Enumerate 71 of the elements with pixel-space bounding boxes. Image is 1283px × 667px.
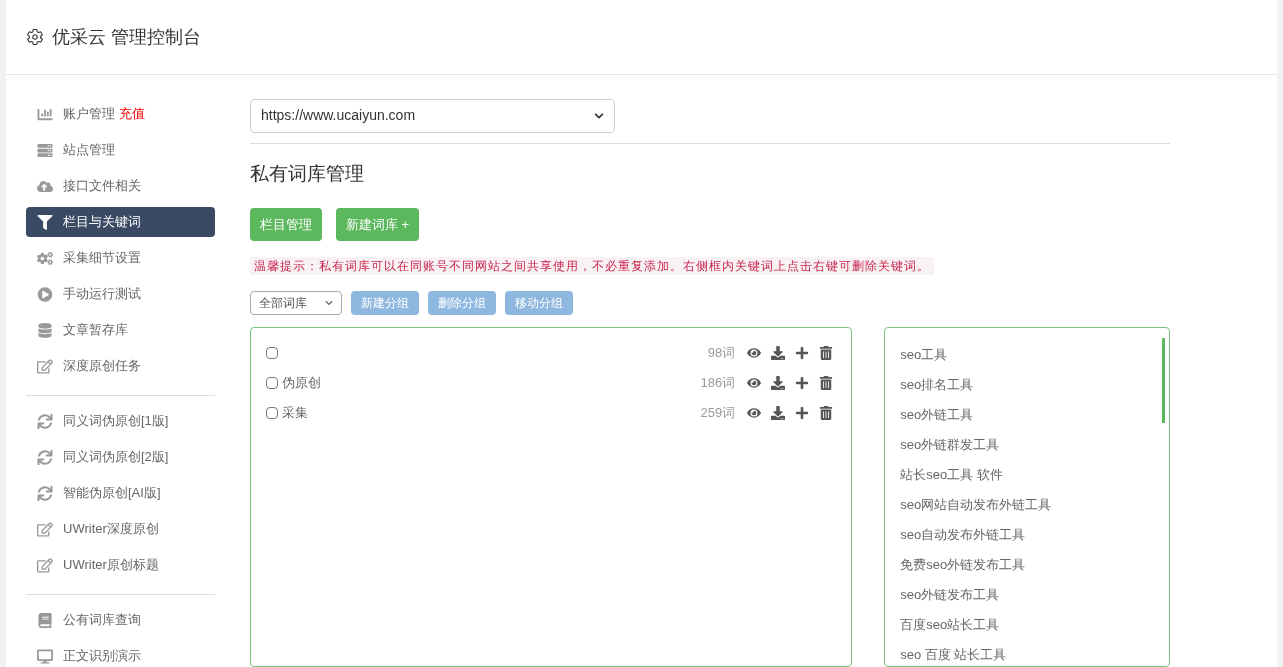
keyword-item[interactable]: seo外链发布工具 (900, 580, 1169, 610)
section-title: 私有词库管理 (250, 161, 365, 186)
keyword-item[interactable]: seo自动发布外链工具 (900, 520, 1169, 550)
sidebar-item[interactable]: 采集细节设置 (26, 243, 215, 273)
eye-icon[interactable] (747, 406, 762, 420)
book-icon (37, 612, 53, 628)
sidebar-item[interactable]: 同义词伪原创[1版] (26, 406, 215, 436)
eye-icon[interactable] (747, 376, 762, 390)
edit-icon (37, 521, 53, 537)
trash-icon[interactable] (819, 406, 834, 420)
sidebar-item[interactable]: 栏目与关键词 (26, 207, 215, 237)
keyword-item[interactable]: seo外链群发工具 (900, 430, 1169, 460)
sidebar-item[interactable]: 正文识别演示 (26, 641, 215, 667)
refresh-icon (37, 449, 53, 465)
chevron-down-icon (594, 110, 604, 121)
plus-icon[interactable] (795, 376, 810, 390)
keyword-item[interactable]: seo工具 (900, 340, 1169, 370)
recharge-link[interactable]: 充值 (119, 106, 145, 122)
cloud-upload-icon (37, 178, 53, 194)
download-icon[interactable] (771, 346, 786, 360)
gears-icon (37, 250, 53, 266)
monitor-icon (37, 648, 53, 664)
sidebar-item[interactable]: UWriter深度原创 (26, 514, 215, 544)
checkbox[interactable] (266, 377, 278, 389)
group-select[interactable]: 全部词库 (250, 291, 342, 315)
keyword-item[interactable]: 百度seo站长工具 (900, 610, 1169, 640)
keyword-item[interactable]: 免费seo外链发布工具 (900, 550, 1169, 580)
word-count: 259词 (700, 404, 736, 423)
sidebar-item[interactable]: 智能伪原创[AI版] (26, 478, 215, 508)
refresh-icon (37, 413, 53, 429)
keyword-item[interactable]: seo排名工具 (900, 370, 1169, 400)
word-count: 186词 (700, 374, 736, 393)
trash-icon[interactable] (819, 376, 834, 390)
checkbox[interactable] (266, 347, 278, 359)
database-icon (37, 322, 53, 338)
edit-icon (37, 557, 53, 573)
chevron-down-icon (325, 299, 333, 307)
trash-icon[interactable] (819, 346, 834, 360)
console-title: 优采云 管理控制台 (52, 25, 201, 49)
checkbox[interactable] (266, 407, 278, 419)
keyword-item[interactable]: seo网站自动发布外链工具 (900, 490, 1169, 520)
sidebar-item[interactable]: 账户管理 充值 (26, 99, 215, 129)
plus-icon[interactable] (795, 346, 810, 360)
bar-chart-icon (37, 106, 53, 122)
download-icon[interactable] (771, 376, 786, 390)
sidebar-item[interactable]: 同义词伪原创[2版] (26, 442, 215, 472)
sidebar-item[interactable]: 文章暂存库 (26, 315, 215, 345)
download-icon[interactable] (771, 406, 786, 420)
sidebar-item[interactable]: 公有词库查询 (26, 605, 215, 635)
sidebar-item[interactable]: 深度原创任务 (26, 351, 215, 381)
sidebar-item[interactable]: 接口文件相关 (26, 171, 215, 201)
sidebar-item[interactable]: 站点管理 (26, 135, 215, 165)
keyword-item[interactable]: seo 百度 站长工具 (900, 640, 1169, 667)
site-select[interactable]: https://www.ucaiyun.com (250, 99, 615, 133)
plus-icon[interactable] (795, 406, 810, 420)
settings-icon (26, 28, 44, 46)
scrollbar[interactable] (1162, 338, 1165, 423)
library-name[interactable]: 伪原创 (282, 373, 321, 393)
eye-icon[interactable] (747, 346, 762, 360)
sidebar-item[interactable]: 手动运行测试 (26, 279, 215, 309)
play-icon (37, 286, 53, 302)
tip-text: 温馨提示：私有词库可以在同账号不同网站之间共享使用，不必重复添加。右侧框内关键词上点击右键可删除关键词。 (250, 257, 934, 275)
filter-icon (37, 214, 53, 230)
word-count: 98词 (707, 344, 736, 363)
refresh-icon (37, 485, 53, 501)
keyword-item[interactable]: seo外链工具 (900, 400, 1169, 430)
sidebar-item[interactable]: UWriter原创标题 (26, 550, 215, 580)
library-name[interactable]: 采集 (282, 403, 308, 423)
edit-icon (37, 358, 53, 374)
server-icon (37, 142, 53, 158)
keyword-item[interactable]: 站长seo工具 软件 (900, 460, 1169, 490)
